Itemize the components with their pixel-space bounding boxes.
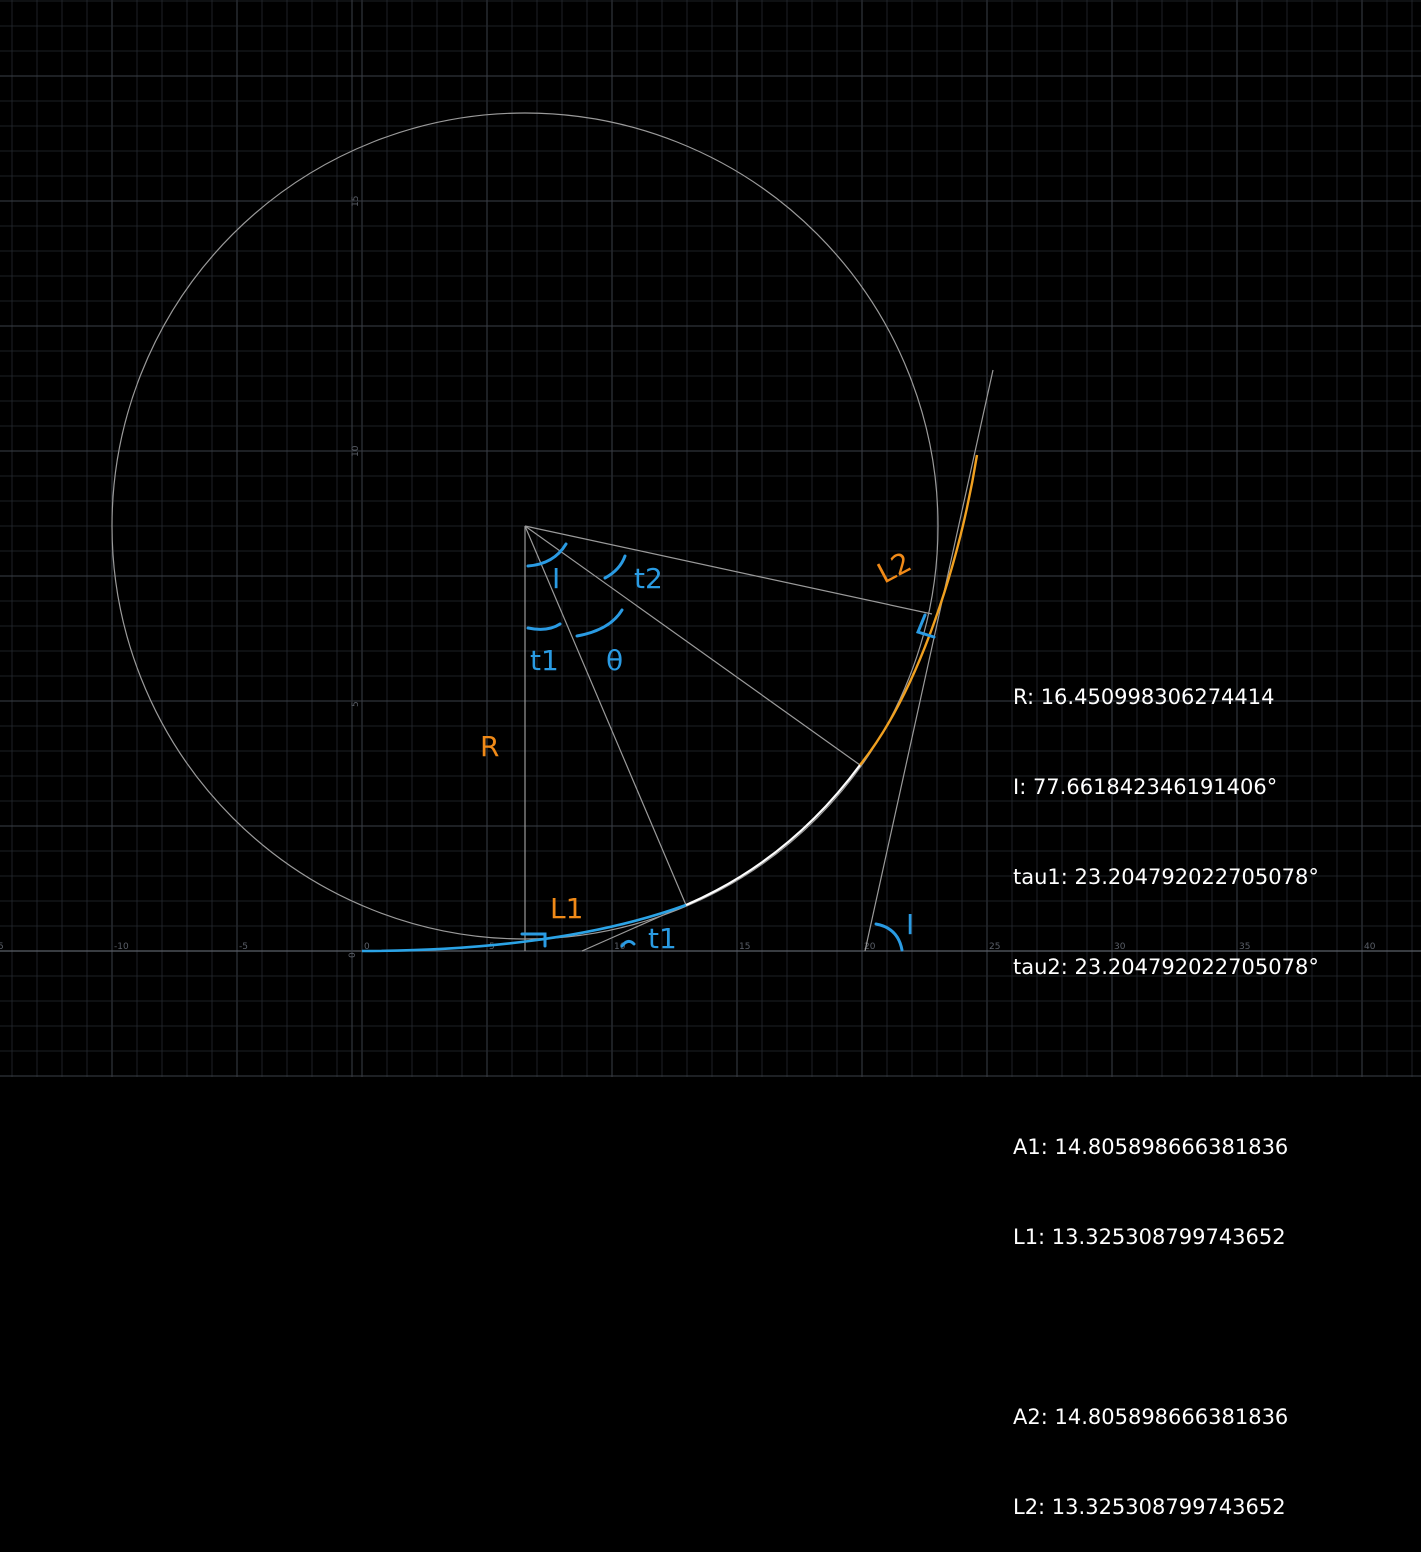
angle-I-pi-arc bbox=[874, 922, 904, 952]
readout-A1: A1: 14.805898666381836 bbox=[1013, 1135, 1289, 1159]
label-L2: L2 bbox=[872, 545, 917, 590]
readout-tau1: tau1: 23.204792022705078° bbox=[1013, 865, 1319, 889]
readout-I: I: 77.661842346191406° bbox=[1013, 775, 1278, 799]
angle-t2-arc bbox=[603, 554, 627, 580]
angle-t1-base-arc bbox=[620, 939, 636, 948]
x-tick-label: 5 bbox=[489, 942, 495, 952]
readout-tau2: tau2: 23.204792022705078° bbox=[1013, 955, 1319, 979]
readout-L1: L1: 13.325308799743652 bbox=[1013, 1225, 1286, 1249]
y-tick-label: 0 bbox=[348, 952, 358, 958]
angle-theta-arc bbox=[575, 608, 624, 638]
label-t2: t2 bbox=[634, 562, 663, 595]
x-tick-label: -10 bbox=[114, 942, 129, 952]
label-theta: θ bbox=[606, 644, 623, 677]
label-t1-center: t1 bbox=[530, 644, 559, 677]
y-tick-label: 15 bbox=[351, 196, 361, 207]
label-I-center: I bbox=[552, 562, 560, 595]
readout-L2: L2: 13.325308799743652 bbox=[1013, 1495, 1286, 1519]
x-tick-label: 25 bbox=[989, 942, 1000, 952]
label-I-pi: I bbox=[906, 908, 914, 941]
label-R: R bbox=[480, 730, 499, 763]
entry-spiral-curve bbox=[361, 903, 687, 953]
label-L1: L1 bbox=[550, 892, 583, 925]
x-tick-label: -5 bbox=[239, 942, 248, 952]
exit-spiral-curve bbox=[859, 454, 979, 766]
parameter-readout: R: 16.450998306274414 I: 77.661842346191… bbox=[1013, 622, 1319, 1552]
y-tick-label: 10 bbox=[351, 445, 361, 457]
exit-tangent-line bbox=[864, 369, 994, 952]
y-tick-label: 5 bbox=[351, 701, 361, 707]
readout-spacer bbox=[1013, 1042, 1319, 1072]
readout-A2: A2: 14.805898666381836 bbox=[1013, 1405, 1289, 1429]
angle-t1-arc bbox=[526, 622, 562, 631]
readout-spacer bbox=[1013, 1312, 1319, 1342]
x-tick-label: 40 bbox=[1364, 942, 1376, 952]
x-tick-label: 15 bbox=[739, 942, 750, 952]
label-t1-base: t1 bbox=[648, 922, 677, 955]
readout-R: R: 16.450998306274414 bbox=[1013, 685, 1275, 709]
x-tick-label: -15 bbox=[0, 942, 4, 952]
